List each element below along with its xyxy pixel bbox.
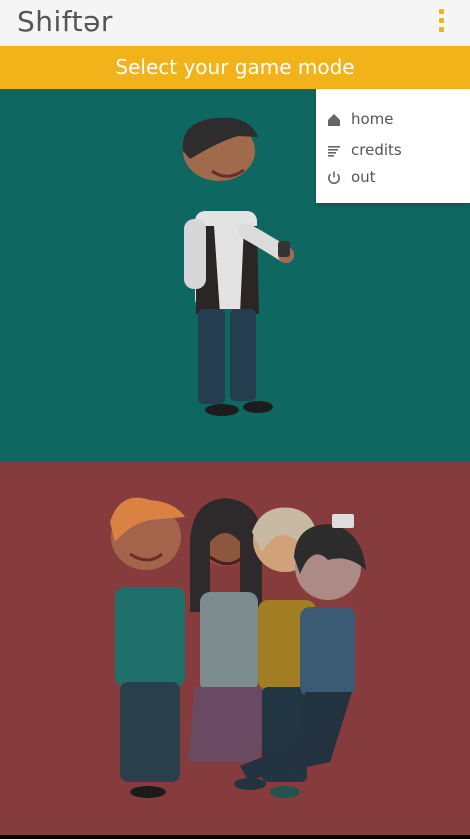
multiplayer-mode-tile[interactable] (0, 462, 470, 835)
mode-banner: Select your game mode (0, 46, 470, 89)
menu-item-label: out (351, 168, 376, 186)
menu-item-label: credits (351, 141, 402, 159)
app-title: Shiftər (17, 5, 113, 38)
home-icon (328, 114, 340, 126)
overflow-menu: home credits out (316, 89, 470, 203)
banner-title: Select your game mode (115, 55, 355, 79)
menu-item-out[interactable]: out (316, 163, 470, 193)
multiplayer-illustration (110, 497, 366, 798)
menu-item-home[interactable]: home (316, 105, 470, 135)
credits-icon (328, 146, 340, 157)
overflow-menu-icon[interactable] (433, 8, 449, 38)
menu-item-credits[interactable]: credits (316, 136, 470, 166)
power-icon (328, 171, 340, 185)
menu-item-label: home (351, 110, 394, 128)
app-bar: Shiftər (0, 0, 470, 46)
